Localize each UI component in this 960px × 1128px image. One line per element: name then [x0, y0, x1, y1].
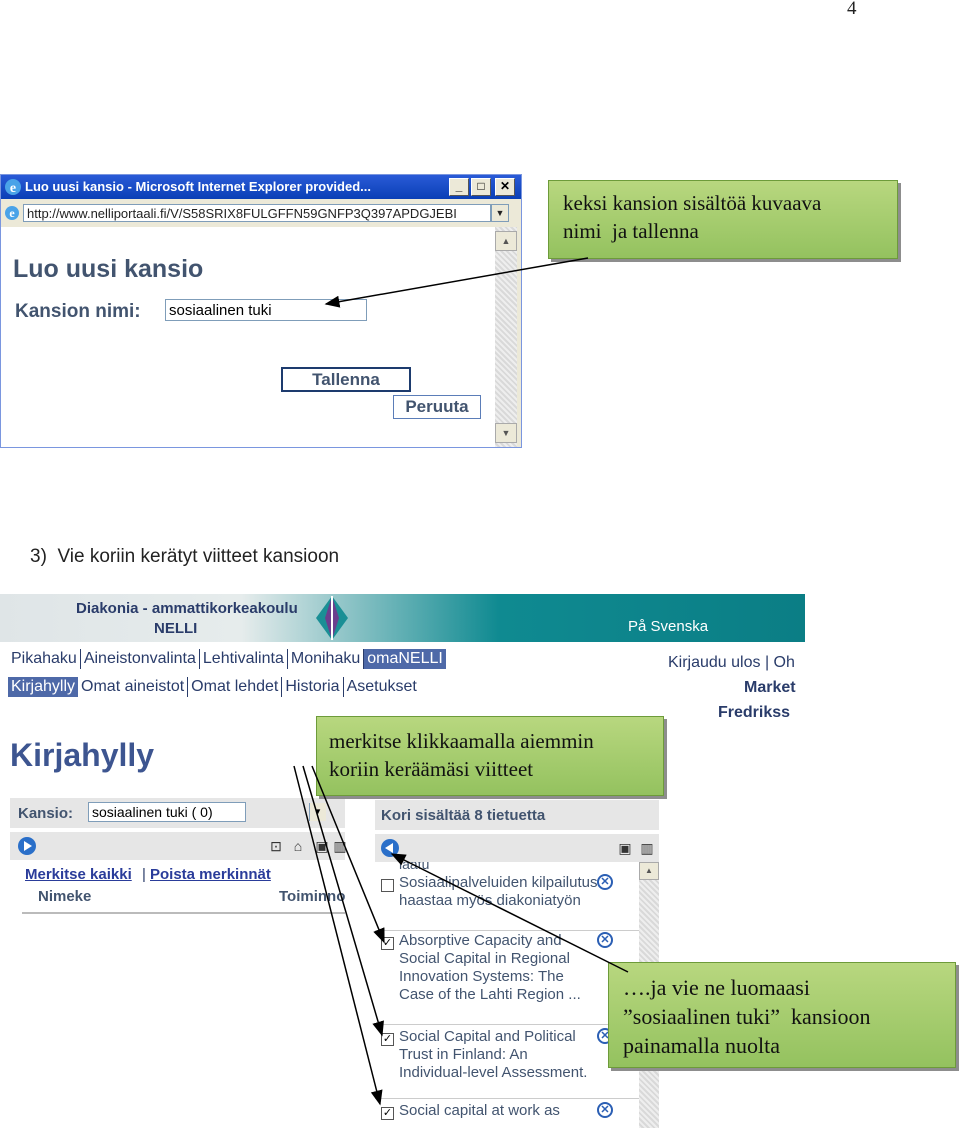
callout-line: painamalla nuolta: [623, 1033, 780, 1058]
step-heading: 3) Vie koriin kerätyt viitteet kansioon: [30, 546, 340, 567]
save-icon[interactable]: ▣: [314, 838, 330, 854]
remove-icon[interactable]: ✕: [597, 874, 613, 890]
swedish-link[interactable]: På Svenska: [628, 618, 708, 635]
folder-name-label: Kansion nimi:: [15, 301, 141, 322]
chevron-down-icon[interactable]: ▼: [491, 204, 509, 222]
item-checkbox[interactable]: ✓: [381, 1107, 394, 1120]
folder-select[interactable]: sosiaalinen tuki ( 0) ▼: [88, 802, 326, 822]
nav-item-omat-aineistot[interactable]: Omat aineistot: [78, 677, 189, 697]
window-title: Luo uusi kansio - Microsoft Internet Exp…: [25, 179, 371, 194]
trash-icon[interactable]: ▥: [639, 840, 655, 856]
secondary-nav: Kirjahylly Omat aineistot Omat lehdet Histo…: [8, 677, 420, 697]
item-title[interactable]: Social Capital and Political Trust in Fi…: [399, 1028, 599, 1082]
scroll-up-icon[interactable]: ▲: [495, 231, 517, 251]
scroll-up-icon[interactable]: ▲: [639, 862, 659, 880]
move-arrow-icon[interactable]: [18, 837, 36, 855]
folder-select-value: sosiaalinen tuki ( 0): [92, 804, 213, 820]
item-title[interactable]: Social capital at work as: [399, 1102, 599, 1120]
basket-header: Kori sisältää 8 tietuetta: [375, 800, 659, 830]
vertical-scrollbar[interactable]: [495, 227, 517, 447]
internet-explorer-icon: e: [5, 179, 21, 196]
maximize-icon[interactable]: □: [471, 178, 491, 196]
address-input[interactable]: http://www.nelliportaali.fi/V/S58SRIX8FU…: [23, 204, 491, 222]
folder-selector-row: Kansio: sosiaalinen tuki ( 0) ▼: [10, 798, 345, 828]
callout-line: merkitse klikkaamalla aiemmin: [329, 729, 594, 753]
callout-save-hint: keksi kansion sisältöä kuvaava nimi ja t…: [548, 180, 898, 259]
folder-label: Kansio:: [18, 805, 74, 822]
remove-icon[interactable]: ✕: [597, 1102, 613, 1118]
scroll-down-icon[interactable]: ▼: [495, 423, 517, 443]
nav-item-kirjahylly[interactable]: Kirjahylly: [8, 677, 79, 697]
primary-nav: Pikahaku Aineistonvalinta Lehtivalinta Moni…: [8, 649, 446, 669]
trash-icon[interactable]: ▥: [332, 838, 348, 854]
basket-title: Kori sisältää 8 tietuetta: [381, 807, 546, 824]
portal-name: NELLI: [154, 620, 198, 637]
column-title: Nimeke: [38, 888, 92, 905]
page-title: Kirjahylly: [10, 737, 155, 773]
close-icon[interactable]: ✕: [495, 178, 515, 196]
item-title[interactable]: Absorptive Capacity and Social Capital i…: [399, 932, 599, 1004]
folder-toolbar: ⊡ ⌂ ▣ ▥: [10, 832, 348, 860]
save-icon[interactable]: ▣: [617, 840, 633, 856]
svg-text:e: e: [10, 181, 16, 196]
chevron-down-icon[interactable]: ▼: [309, 803, 326, 821]
nav-item-pikahaku[interactable]: Pikahaku: [8, 649, 81, 669]
sort-label: laatu: [399, 862, 430, 872]
basket-toolbar: ▣ ▥: [375, 834, 659, 862]
nelli-header: Diakonia - ammattikorkeakoulu NELLI På S…: [0, 594, 805, 642]
nav-item-historia[interactable]: Historia: [282, 677, 344, 697]
move-to-folder-arrow-icon[interactable]: [381, 839, 399, 857]
minimize-icon[interactable]: _: [449, 178, 469, 196]
nav-item-monihaku[interactable]: Monihaku: [288, 649, 365, 669]
ie-popup-window: e Luo uusi kansio - Microsoft Internet E…: [0, 174, 522, 448]
diak-logo-icon: [316, 596, 348, 640]
list-item: ✓ Social capital at work as ✕: [375, 1102, 639, 1128]
callout-line: ”sosiaalinen tuki” kansioon: [623, 1004, 871, 1029]
nav-item-asetukset[interactable]: Asetukset: [344, 677, 420, 697]
basket-list: laatu Sosiaalipalveluiden kilpailutus ha…: [375, 862, 639, 1128]
logout-link[interactable]: Kirjaudu ulos | Oh: [668, 654, 795, 672]
callout-mark-hint: merkitse klikkaamalla aiemmin koriin ker…: [316, 716, 664, 796]
item-title[interactable]: Sosiaalipalveluiden kilpailutus haastaa …: [399, 874, 599, 910]
folder-name-input[interactable]: sosiaalinen tuki: [165, 299, 367, 321]
page-icon: e: [5, 206, 19, 220]
mark-all-link[interactable]: Merkitse kaikki: [25, 866, 132, 883]
unmark-link[interactable]: Poista merkinnät: [150, 866, 271, 883]
user-last-name: Fredrikss: [718, 704, 791, 721]
link-separator: |: [142, 866, 146, 883]
list-item: ✓ Social Capital and Political Trust in …: [375, 1028, 639, 1099]
list-item: Sosiaalipalveluiden kilpailutus haastaa …: [375, 874, 639, 931]
nav-item-omat-lehdet[interactable]: Omat lehdet: [188, 677, 283, 697]
nav-item-lehtivalinta[interactable]: Lehtivalinta: [200, 649, 288, 669]
remove-icon[interactable]: ✕: [597, 932, 613, 948]
column-actions: Toiminnot: [279, 888, 345, 905]
save-button[interactable]: Tallenna: [281, 367, 411, 392]
folder-table-header: Nimeke Toiminnot: [22, 882, 345, 914]
nav-item-omanelli[interactable]: omaNELLI: [364, 649, 446, 669]
svg-text:e: e: [9, 206, 15, 220]
callout-line: keksi kansion sisältöä kuvaava: [563, 191, 822, 215]
nav-item-aineistonvalinta[interactable]: Aineistonvalinta: [81, 649, 200, 669]
org-name: Diakonia - ammattikorkeakoulu: [76, 600, 298, 617]
address-bar: e http://www.nelliportaali.fi/V/S58SRIX8…: [1, 201, 521, 225]
callout-line: koriin keräämäsi viitteet: [329, 757, 534, 781]
callout-line: ….ja vie ne luomaasi: [623, 975, 810, 1000]
item-checkbox[interactable]: ✓: [381, 1033, 394, 1046]
page-number: 4: [847, 0, 857, 19]
list-item: ✓ Absorptive Capacity and Social Capital…: [375, 932, 639, 1025]
item-checkbox[interactable]: ✓: [381, 937, 394, 950]
item-checkbox[interactable]: [381, 879, 394, 892]
dialog-title: Luo uusi kansio: [13, 255, 204, 283]
window-titlebar: e Luo uusi kansio - Microsoft Internet E…: [1, 175, 521, 199]
user-first-name: Market: [744, 679, 796, 696]
new-folder-icon[interactable]: ⊡: [268, 838, 284, 854]
callout-move-hint: ….ja vie ne luomaasi ”sosiaalinen tuki” …: [608, 962, 956, 1068]
tag-icon[interactable]: ⌂: [290, 838, 306, 854]
callout-line: nimi ja tallenna: [563, 219, 699, 243]
cancel-button[interactable]: Peruuta: [393, 395, 481, 419]
